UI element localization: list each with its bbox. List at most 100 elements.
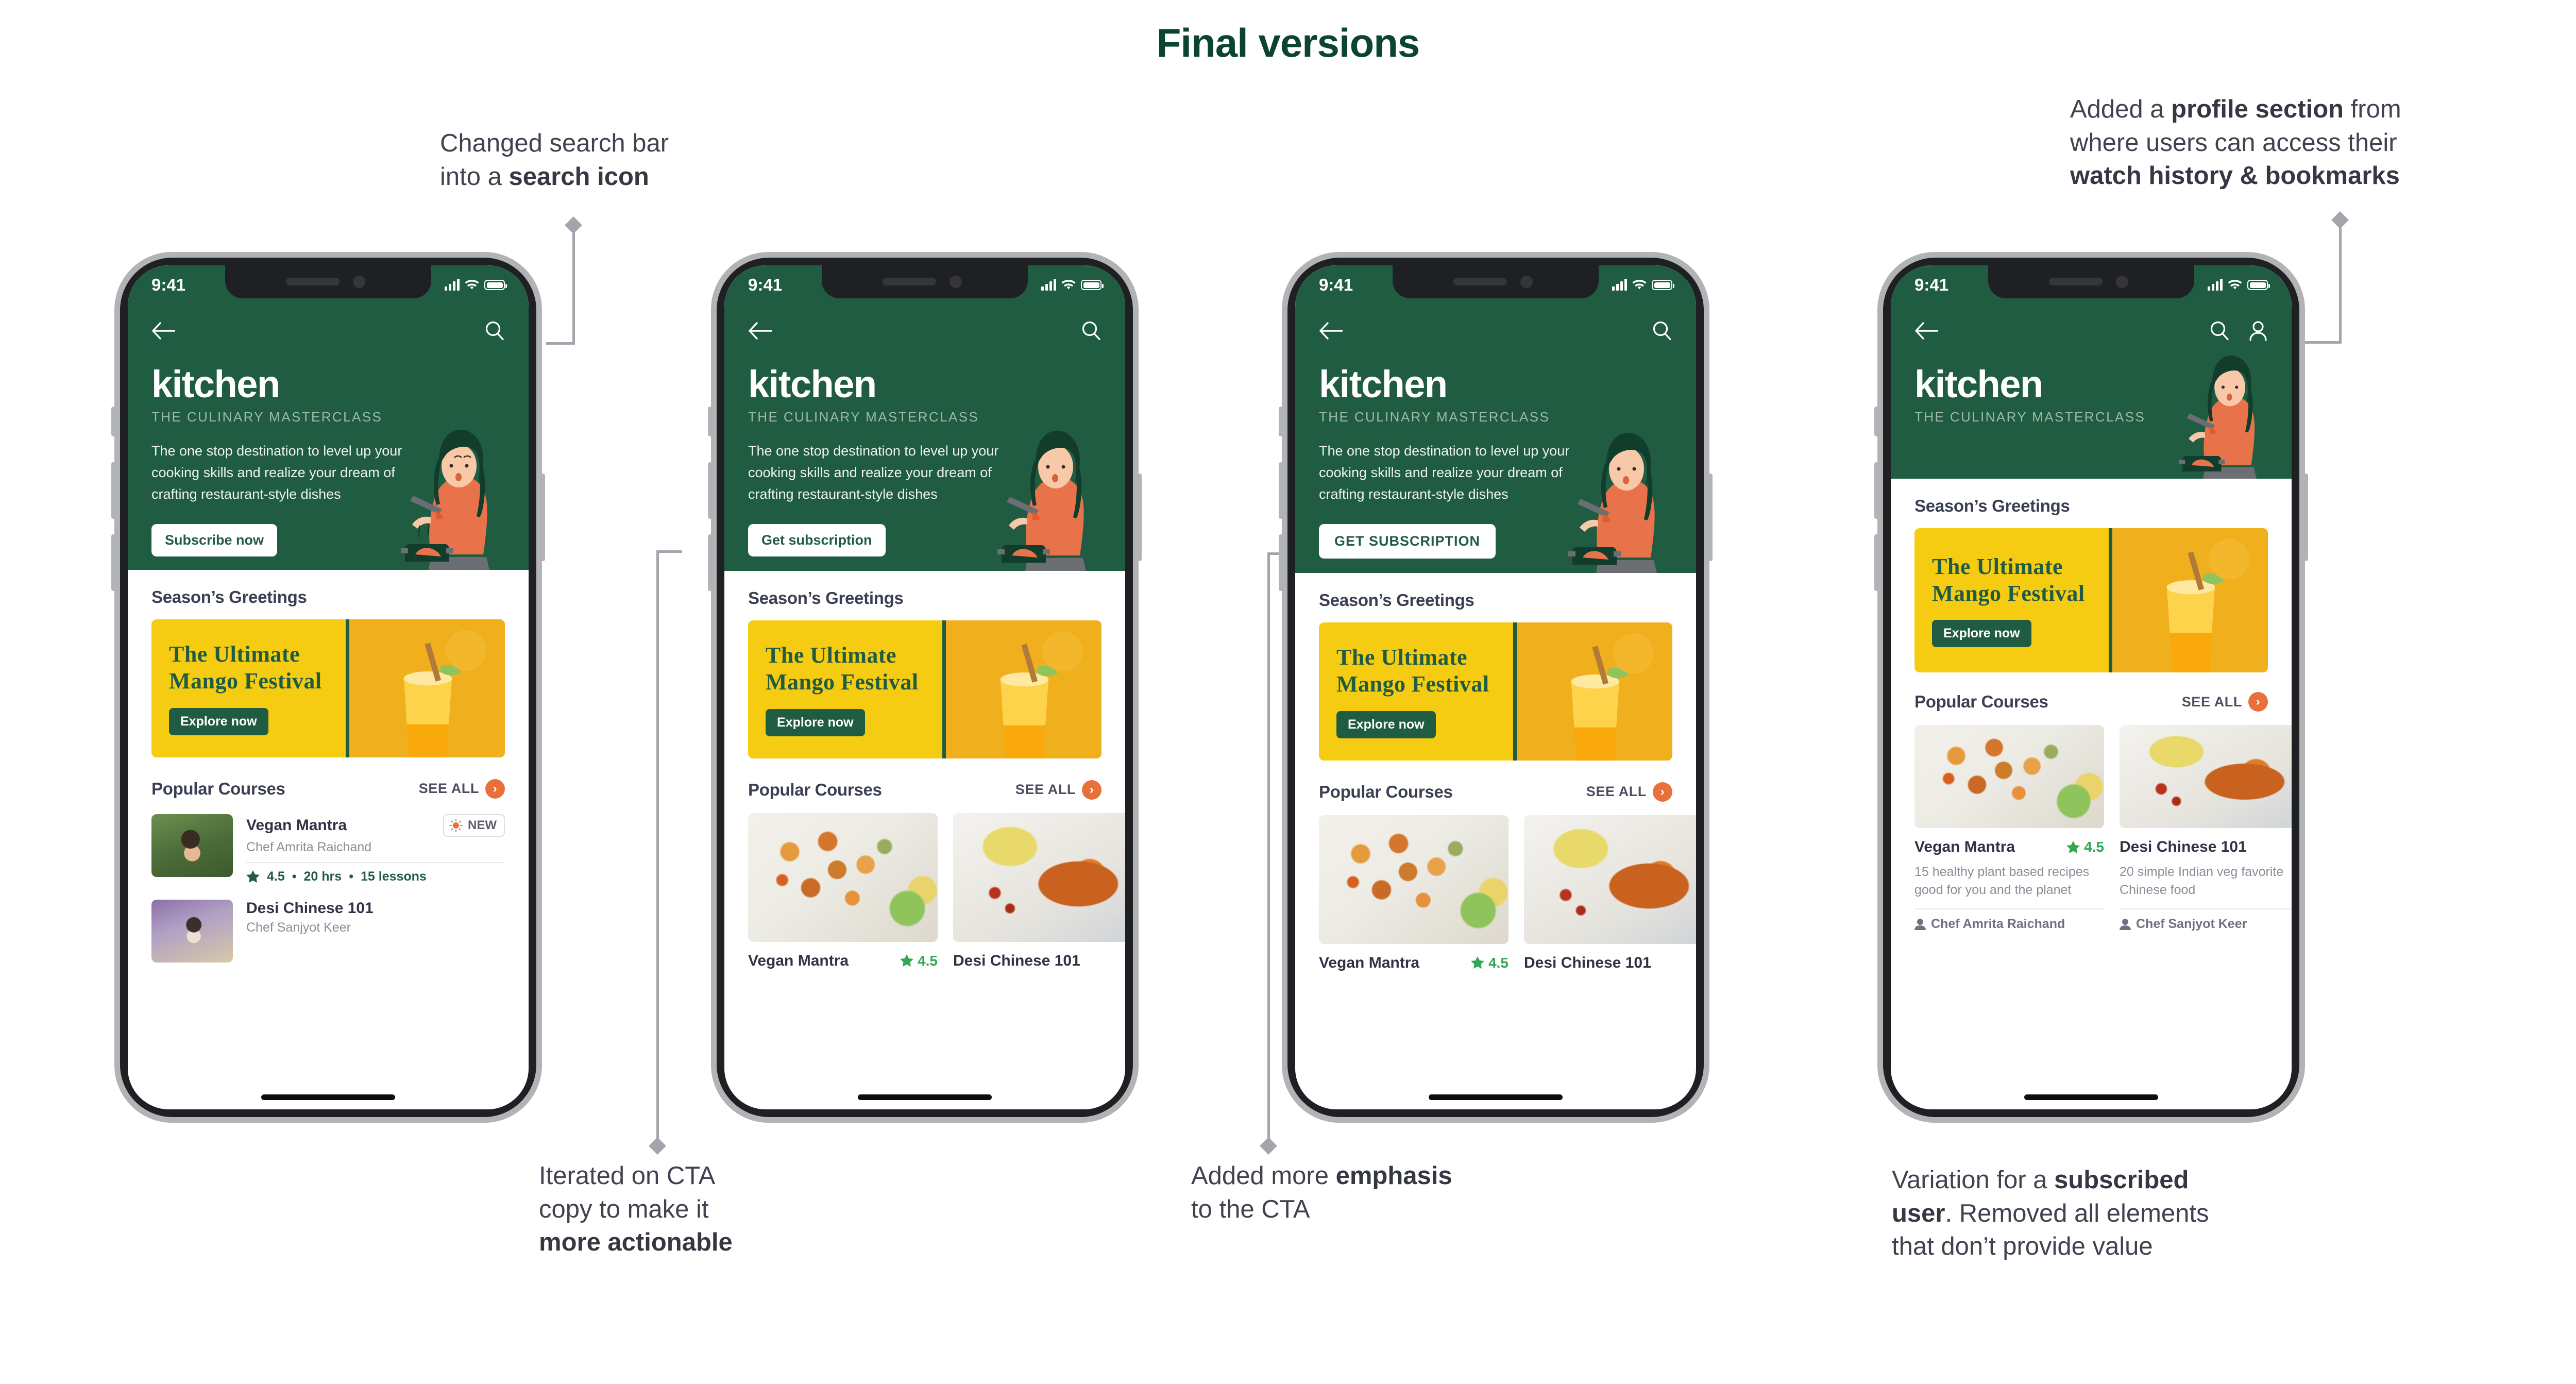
promo-banner[interactable]: The Ultimate Mango Festival Explore now xyxy=(1914,528,2268,672)
course-cards: Vegan Mantra 4.5 Desi Chinese 101 xyxy=(748,813,1125,970)
annotation-cta-copy: Iterated on CTA copy to make it more act… xyxy=(539,1162,733,1257)
get-subscription-button[interactable]: GET SUBSCRIPTION xyxy=(1319,524,1496,559)
home-indicator[interactable] xyxy=(1429,1094,1563,1100)
promo-banner-left: The Ultimate Mango Festival Explore now xyxy=(748,620,946,758)
course-list-item[interactable]: Vegan Mantra NEW Chef Amrita Raichand 4.… xyxy=(151,814,505,884)
divider xyxy=(246,862,505,863)
course-name: Desi Chinese 101 xyxy=(1524,954,1651,971)
promo-banner-image xyxy=(946,620,1101,758)
badge-label: NEW xyxy=(468,818,497,832)
course-name: Vegan Mantra xyxy=(1914,838,2015,855)
app-screen-4: 9:41 kitchen THE CULINARY MASTERCLASS Se… xyxy=(1891,265,2292,1109)
course-cards: Vegan Mantra 4.5 15 healthy plant based … xyxy=(1914,725,2292,932)
power-button[interactable] xyxy=(1708,474,1713,561)
explore-now-button[interactable]: Explore now xyxy=(766,708,865,736)
seasons-greetings-title: Season’s Greetings xyxy=(1914,496,2070,515)
annotation-cta-emphasis: Added more emphasis to the CTA xyxy=(1191,1162,1452,1223)
seasons-greetings-title: Season’s Greetings xyxy=(748,588,904,607)
search-icon[interactable] xyxy=(484,320,505,341)
mute-switch[interactable] xyxy=(1874,407,1878,436)
mute-switch[interactable] xyxy=(1279,407,1283,436)
mute-switch[interactable] xyxy=(708,407,712,436)
explore-now-button[interactable]: Explore now xyxy=(1932,620,2031,648)
connector-line-1-horizontal xyxy=(546,342,575,345)
course-card[interactable]: Desi Chinese 101 xyxy=(953,813,1125,970)
promo-banner-left: The Ultimate Mango Festival Explore now xyxy=(151,619,350,757)
signal-bars-icon xyxy=(445,279,460,291)
see-all-button[interactable]: SEE ALL › xyxy=(1586,782,1672,802)
volume-up-button[interactable] xyxy=(111,462,115,519)
search-icon[interactable] xyxy=(1652,320,1672,341)
star-icon xyxy=(900,954,914,967)
chevron-right-icon: › xyxy=(1082,780,1101,800)
course-chef: Chef Amrita Raichand xyxy=(1914,917,2104,932)
hero-section-2: 9:41 kitchen THE CULINARY MASTERCLASS Th… xyxy=(724,265,1125,571)
course-card[interactable]: Vegan Mantra 4.5 xyxy=(748,813,938,970)
back-arrow-icon[interactable] xyxy=(1914,322,1939,340)
back-arrow-icon[interactable] xyxy=(1319,322,1343,340)
promo-banner[interactable]: The Ultimate Mango Festival Explore now xyxy=(151,619,505,757)
home-indicator[interactable] xyxy=(261,1094,395,1100)
volume-up-button[interactable] xyxy=(708,462,712,519)
search-icon[interactable] xyxy=(1081,320,1101,341)
star-icon xyxy=(2066,840,2080,853)
divider xyxy=(2120,908,2292,909)
phone-mockup-4: 9:41 kitchen THE CULINARY MASTERCLASS Se… xyxy=(1874,252,2308,1123)
volume-down-button[interactable] xyxy=(708,534,712,591)
mute-switch[interactable] xyxy=(111,407,115,436)
subscribe-button[interactable]: Subscribe now xyxy=(151,524,278,556)
power-button[interactable] xyxy=(1138,474,1142,561)
power-button[interactable] xyxy=(541,474,545,561)
see-all-button[interactable]: SEE ALL › xyxy=(1015,780,1101,800)
promo-banner-image xyxy=(2112,528,2268,672)
volume-up-button[interactable] xyxy=(1279,462,1283,519)
popular-courses-header: Popular Courses SEE ALL › xyxy=(1319,782,1672,802)
explore-now-button[interactable]: Explore now xyxy=(1336,711,1436,738)
connector-line-3-vertical xyxy=(656,550,659,1143)
promo-banner[interactable]: The Ultimate Mango Festival Explore now xyxy=(1319,622,1672,761)
volume-down-button[interactable] xyxy=(111,534,115,591)
home-indicator[interactable] xyxy=(858,1094,992,1100)
phone-mockup-1: 9:41 kitchen THE CULINARY MASTERCLASS Th… xyxy=(111,252,545,1123)
chevron-right-icon: › xyxy=(2248,692,2268,712)
see-all-label: SEE ALL xyxy=(1586,784,1647,800)
course-card[interactable]: Desi Chinese 101 xyxy=(1524,815,1696,972)
explore-now-button[interactable]: Explore now xyxy=(169,707,268,735)
course-chef: Chef Sanjyot Keer xyxy=(246,920,351,935)
seasons-greetings-title: Season’s Greetings xyxy=(151,587,307,606)
person-icon xyxy=(1914,918,1926,930)
power-button[interactable] xyxy=(2304,474,2308,561)
sparkle-sun-icon xyxy=(449,818,463,832)
course-card[interactable]: Desi Chinese 101 20 simple Indian veg fa… xyxy=(2120,725,2292,932)
content-section-3: Season’s Greetings The Ultimate Mango Fe… xyxy=(1295,590,1696,972)
get-subscription-button[interactable]: Get subscription xyxy=(748,524,886,556)
see-all-button[interactable]: SEE ALL › xyxy=(419,779,505,799)
divider xyxy=(1914,908,2104,909)
course-chef: Chef Sanjyot Keer xyxy=(2120,917,2292,932)
promo-banner[interactable]: The Ultimate Mango Festival Explore now xyxy=(748,620,1101,758)
see-all-button[interactable]: SEE ALL › xyxy=(2182,692,2268,712)
home-indicator[interactable] xyxy=(2024,1094,2158,1100)
page-title: Final versions xyxy=(1156,20,1420,65)
course-card[interactable]: Vegan Mantra 4.5 15 healthy plant based … xyxy=(1914,725,2104,932)
chef-illustration xyxy=(1568,432,1657,573)
volume-down-button[interactable] xyxy=(1874,534,1878,591)
volume-down-button[interactable] xyxy=(1279,534,1283,591)
promo-banner-title: The Ultimate Mango Festival xyxy=(766,643,919,695)
app-screen-2: 9:41 kitchen THE CULINARY MASTERCLASS Th… xyxy=(724,265,1125,1109)
phone-mockup-2: 9:41 kitchen THE CULINARY MASTERCLASS Th… xyxy=(708,252,1142,1123)
back-arrow-icon[interactable] xyxy=(748,322,772,340)
promo-banner-title: The Ultimate Mango Festival xyxy=(1336,645,1489,697)
star-icon xyxy=(1471,956,1485,969)
phone-mockup-3: 9:41 kitchen THE CULINARY MASTERCLASS Th… xyxy=(1279,252,1713,1123)
chef-illustration xyxy=(997,430,1086,571)
course-rating: 4.5 xyxy=(267,869,285,884)
popular-courses-header: Popular Courses SEE ALL › xyxy=(151,779,505,799)
volume-up-button[interactable] xyxy=(1874,462,1878,519)
course-list-item[interactable]: Desi Chinese 101 Chef Sanjyot Keer xyxy=(151,899,505,963)
course-card[interactable]: Vegan Mantra 4.5 xyxy=(1319,815,1509,972)
back-arrow-icon[interactable] xyxy=(151,322,176,340)
phone-screen-2: 9:41 kitchen THE CULINARY MASTERCLASS Th… xyxy=(724,265,1125,1109)
popular-courses-title: Popular Courses xyxy=(1319,782,1453,801)
chevron-right-icon: › xyxy=(485,779,505,799)
